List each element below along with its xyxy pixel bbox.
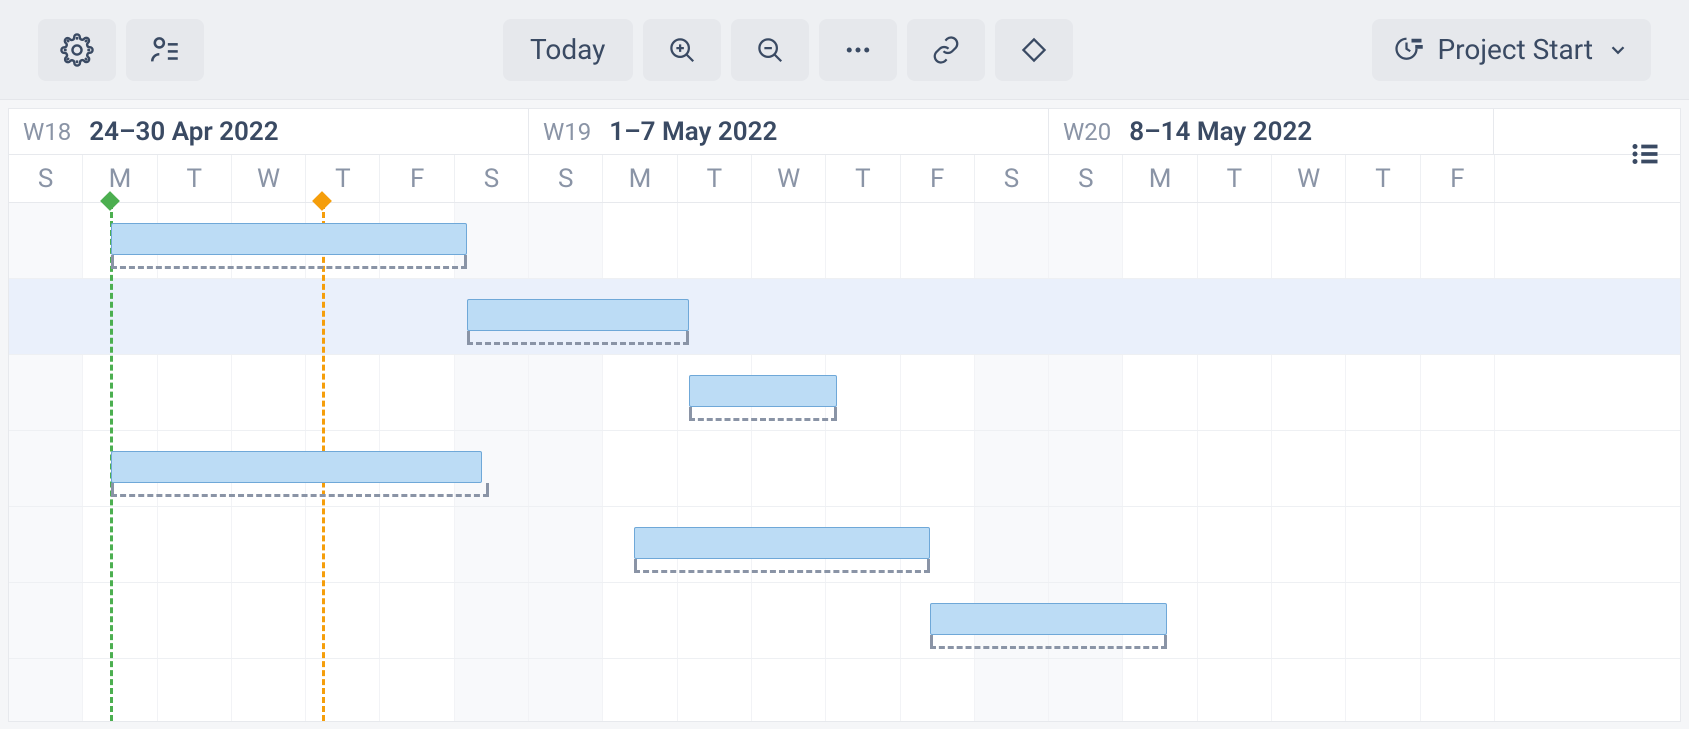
gear-icon xyxy=(60,33,94,67)
task-bar[interactable] xyxy=(930,603,1167,635)
week-header-cell: W18 24–30 Apr 2022 xyxy=(9,109,529,154)
list-icon xyxy=(1630,139,1660,169)
more-button[interactable] xyxy=(819,19,897,81)
zoom-in-button[interactable] xyxy=(643,19,721,81)
week-header-cell: W20 8–14 May 2022 xyxy=(1049,109,1494,154)
toolbar: Today xyxy=(0,0,1689,100)
week-range: 8–14 May 2022 xyxy=(1129,117,1312,147)
link-icon xyxy=(931,35,961,65)
task-baseline xyxy=(689,411,837,421)
task-bar[interactable] xyxy=(689,375,837,407)
zoom-in-icon xyxy=(667,35,697,65)
week-number: W18 xyxy=(23,118,71,146)
task-baseline xyxy=(111,259,467,269)
task-bar-layer xyxy=(9,203,1680,721)
gantt-grid[interactable] xyxy=(9,203,1680,721)
toggle-legend-button[interactable] xyxy=(1625,134,1665,174)
task-bar[interactable] xyxy=(111,223,467,255)
day-header-cell: W xyxy=(752,155,826,202)
person-list-icon xyxy=(148,33,182,67)
gantt-timeline: W18 24–30 Apr 2022 W19 1–7 May 2022 W20 8–14 … xyxy=(8,108,1681,722)
chevron-down-icon xyxy=(1607,39,1629,61)
day-header-cell: T xyxy=(678,155,752,202)
resources-button[interactable] xyxy=(126,19,204,81)
week-range: 1–7 May 2022 xyxy=(609,117,777,147)
baseline-dropdown-label: Project Start xyxy=(1438,33,1594,66)
day-header-cell: M xyxy=(1123,155,1197,202)
task-baseline xyxy=(111,487,489,497)
week-number: W20 xyxy=(1063,118,1111,146)
link-button[interactable] xyxy=(907,19,985,81)
clock-gantt-icon xyxy=(1394,35,1424,65)
day-header-cell: S xyxy=(529,155,603,202)
week-header-cell: W19 1–7 May 2022 xyxy=(529,109,1049,154)
task-baseline xyxy=(634,563,930,573)
zoom-out-button[interactable] xyxy=(731,19,809,81)
timeline-day-header: SMTWTFSSMTWTFSSMTWTF xyxy=(9,155,1680,203)
task-baseline xyxy=(467,335,689,345)
day-header-cell: M xyxy=(83,155,157,202)
milestone-button[interactable] xyxy=(995,19,1073,81)
day-header-cell: S xyxy=(9,155,83,202)
day-header-cell: S xyxy=(455,155,529,202)
day-header-cell: T xyxy=(826,155,900,202)
day-header-cell: S xyxy=(1049,155,1123,202)
toolbar-center-group: Today xyxy=(503,19,1073,81)
day-header-cell: T xyxy=(158,155,232,202)
week-number: W19 xyxy=(543,118,591,146)
timeline-week-header: W18 24–30 Apr 2022 W19 1–7 May 2022 W20 8–14 … xyxy=(9,109,1680,155)
day-header-cell: F xyxy=(380,155,454,202)
zoom-out-icon xyxy=(755,35,785,65)
baseline-dropdown[interactable]: Project Start xyxy=(1372,19,1652,81)
day-header-cell: W xyxy=(232,155,306,202)
day-header-cell: M xyxy=(603,155,677,202)
day-header-cell: S xyxy=(975,155,1049,202)
diamond-icon xyxy=(1019,35,1049,65)
day-header-cell: T xyxy=(1198,155,1272,202)
ellipsis-icon xyxy=(843,35,873,65)
week-range: 24–30 Apr 2022 xyxy=(89,117,278,147)
task-baseline xyxy=(930,639,1167,649)
day-header-cell: F xyxy=(1421,155,1495,202)
today-button[interactable]: Today xyxy=(503,19,633,81)
task-bar[interactable] xyxy=(467,299,689,331)
task-bar[interactable] xyxy=(634,527,930,559)
day-header-cell: W xyxy=(1272,155,1346,202)
task-bar[interactable] xyxy=(111,451,482,483)
settings-button[interactable] xyxy=(38,19,116,81)
day-header-cell: T xyxy=(1346,155,1420,202)
day-header-cell: F xyxy=(901,155,975,202)
